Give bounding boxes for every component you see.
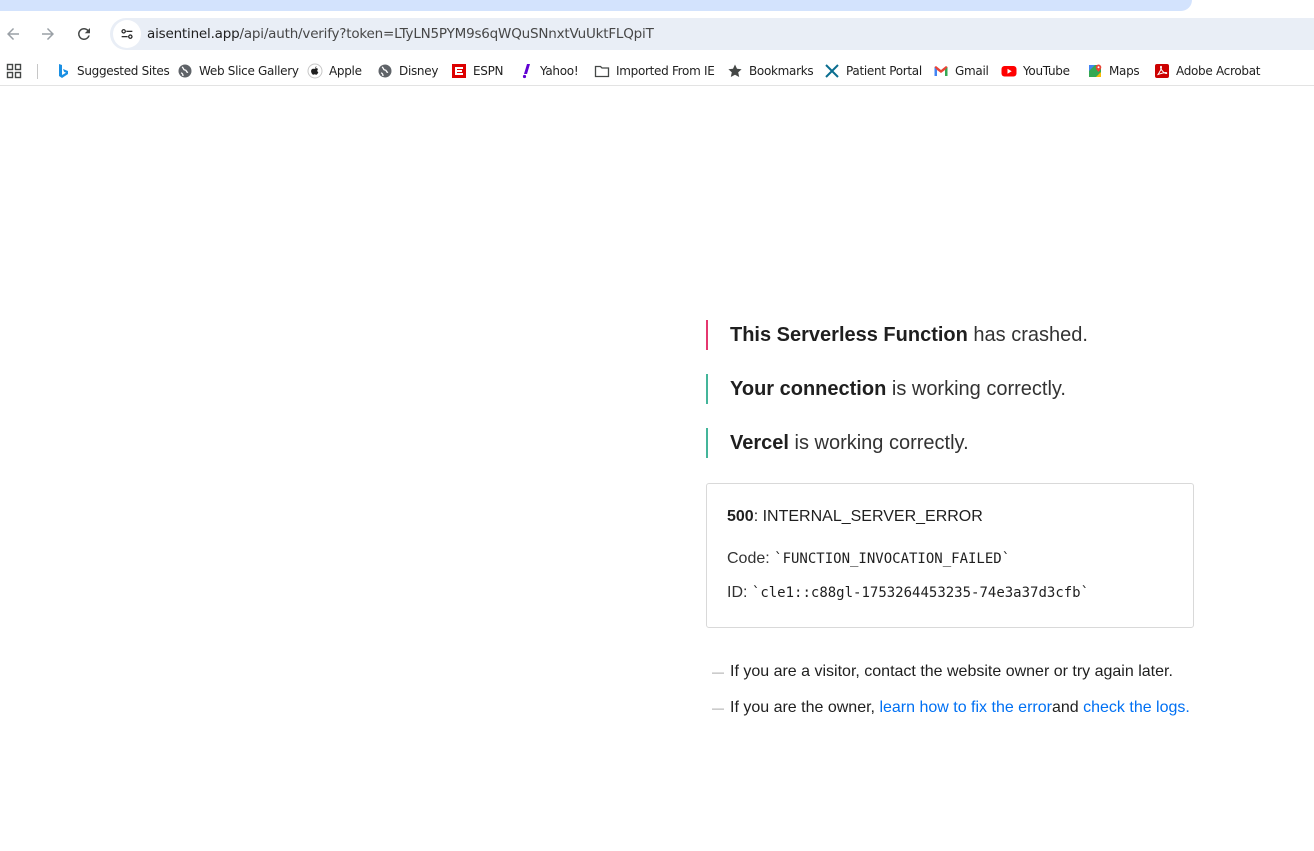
connection-status-bar xyxy=(706,374,708,404)
arrow-left-icon xyxy=(7,28,19,40)
function-status-bar xyxy=(706,320,708,350)
help-visitor: — If you are a visitor, contact the webs… xyxy=(706,662,1173,682)
bookmark-label: Bookmarks xyxy=(749,64,814,78)
error-id-row: ID: `cle1::c88gl-1753264453235-74e3a37d3… xyxy=(727,584,1089,602)
bookmark-suggested-sites[interactable]: Suggested Sites xyxy=(55,62,170,80)
bookmark-disney[interactable]: Disney xyxy=(377,62,438,80)
bookmark-espn[interactable]: ESPN xyxy=(451,62,504,80)
help-visitor-text: If you are a visitor, contact the websit… xyxy=(730,663,1173,680)
connection-status-bold: Your connection xyxy=(730,377,887,400)
bookmark-label: Suggested Sites xyxy=(77,64,170,78)
acrobat-icon xyxy=(1154,63,1170,79)
bookmark-label: Patient Portal xyxy=(846,64,922,78)
help-owner-prefix: If you are the owner, xyxy=(730,699,875,716)
bookmark-label: Disney xyxy=(399,64,439,78)
bookmark-label: ESPN xyxy=(473,64,504,78)
youtube-icon xyxy=(1001,63,1017,79)
bookmark-label: Apple xyxy=(329,64,362,78)
bookmark-label: Imported From IE xyxy=(616,64,715,78)
error-id-label: ID: xyxy=(727,584,752,601)
connection-status-text: is working correctly. xyxy=(886,377,1066,400)
bookmark-bookmarks[interactable]: Bookmarks xyxy=(727,62,814,80)
bookmark-maps[interactable]: Maps xyxy=(1087,62,1140,80)
gmail-icon xyxy=(933,63,949,79)
error-status-code: 500 xyxy=(727,508,754,525)
bookmark-web-slice-gallery[interactable]: Web Slice Gallery xyxy=(177,62,299,80)
bookmark-apple[interactable]: Apple xyxy=(307,62,362,80)
help-owner-middle: and xyxy=(1051,699,1079,716)
check-logs-link[interactable]: check the logs. xyxy=(1083,699,1190,717)
star-icon xyxy=(727,63,743,79)
arrow-right-icon xyxy=(42,28,54,40)
function-status-text: has crashed. xyxy=(967,323,1088,346)
bookmark-label: Adobe Acrobat xyxy=(1176,64,1261,78)
apple-icon xyxy=(307,63,323,79)
vercel-status: Vercel is working correctly. xyxy=(706,428,969,458)
x-icon xyxy=(824,63,840,79)
list-dash: — xyxy=(712,665,724,679)
reload-icon xyxy=(78,28,90,40)
url-host: aisentinel.app xyxy=(147,26,240,42)
connection-status: Your connection is working correctly. xyxy=(706,374,1066,404)
tab-strip xyxy=(0,0,1314,11)
bookmark-label: Maps xyxy=(1109,64,1140,78)
error-id-value: `cle1::c88gl-1753264453235-74e3a37d3cfb` xyxy=(751,585,1090,601)
function-status-bold: This Serverless Function xyxy=(730,323,968,346)
espn-icon xyxy=(451,63,467,79)
error-status-text: : INTERNAL_SERVER_ERROR xyxy=(753,508,983,525)
bookmark-adobe-acrobat[interactable]: Adobe Acrobat xyxy=(1154,62,1260,80)
apps-grid-icon[interactable] xyxy=(6,63,22,79)
bookmark-label: Web Slice Gallery xyxy=(199,64,299,78)
globe-icon xyxy=(377,63,393,79)
fix-error-link[interactable]: learn how to fix the error xyxy=(879,699,1052,717)
check-logs-link-text: check the logs xyxy=(1083,699,1186,716)
help-owner: — If you are the owner, learn how to fix… xyxy=(706,698,1190,718)
site-info-button[interactable] xyxy=(113,20,141,48)
bookmark-label: Gmail xyxy=(955,64,989,78)
address-bar[interactable]: aisentinel.app/api/auth/verify?token=LTy… xyxy=(110,18,1314,50)
bing-icon xyxy=(55,63,71,79)
error-code-value: `FUNCTION_INVOCATION_FAILED` xyxy=(774,551,1011,567)
globe-icon xyxy=(177,63,193,79)
error-heading: 500: INTERNAL_SERVER_ERROR xyxy=(727,508,983,526)
vercel-status-text: is working correctly. xyxy=(788,431,969,454)
url-text[interactable]: aisentinel.app/api/auth/verify?token=LTy… xyxy=(147,26,654,42)
list-dash: — xyxy=(712,701,724,715)
vercel-status-bar xyxy=(706,428,708,458)
url-path: /api/auth/verify?token=LTyLN5PYM9s6qWQuS… xyxy=(239,26,654,42)
bookmark-gmail[interactable]: Gmail xyxy=(933,62,989,80)
bookmark-youtube[interactable]: YouTube xyxy=(1001,62,1070,80)
function-status: This Serverless Function has crashed. xyxy=(706,320,1088,350)
active-tab[interactable] xyxy=(0,0,1192,11)
check-logs-suffix: . xyxy=(1185,699,1190,716)
error-code-row: Code: `FUNCTION_INVOCATION_FAILED` xyxy=(727,550,1010,568)
maps-icon xyxy=(1087,63,1103,79)
error-code-label: Code: xyxy=(727,550,775,567)
bookmark-label: YouTube xyxy=(1023,64,1070,78)
reload-button[interactable] xyxy=(71,21,97,47)
bookmark-label: Yahoo! xyxy=(540,64,579,78)
bookmark-patient-portal[interactable]: Patient Portal xyxy=(824,62,922,80)
browser-toolbar: aisentinel.app/api/auth/verify?token=LTy… xyxy=(0,11,1314,56)
error-details-box: 500: INTERNAL_SERVER_ERROR Code: `FUNCTI… xyxy=(706,483,1194,628)
yahoo-icon xyxy=(518,63,534,79)
forward-button[interactable] xyxy=(35,21,61,47)
folder-icon xyxy=(594,63,610,79)
back-button[interactable] xyxy=(0,21,26,47)
bookmarks-bar: Suggested Sites Web Slice Gallery Apple … xyxy=(0,56,1314,86)
bookmark-yahoo[interactable]: Yahoo! xyxy=(518,62,579,80)
tune-icon xyxy=(121,29,133,39)
bookmark-folder-imported-from-ie[interactable]: Imported From IE xyxy=(594,62,715,80)
bookmarks-divider xyxy=(37,64,38,79)
vercel-status-bold: Vercel xyxy=(730,431,789,454)
